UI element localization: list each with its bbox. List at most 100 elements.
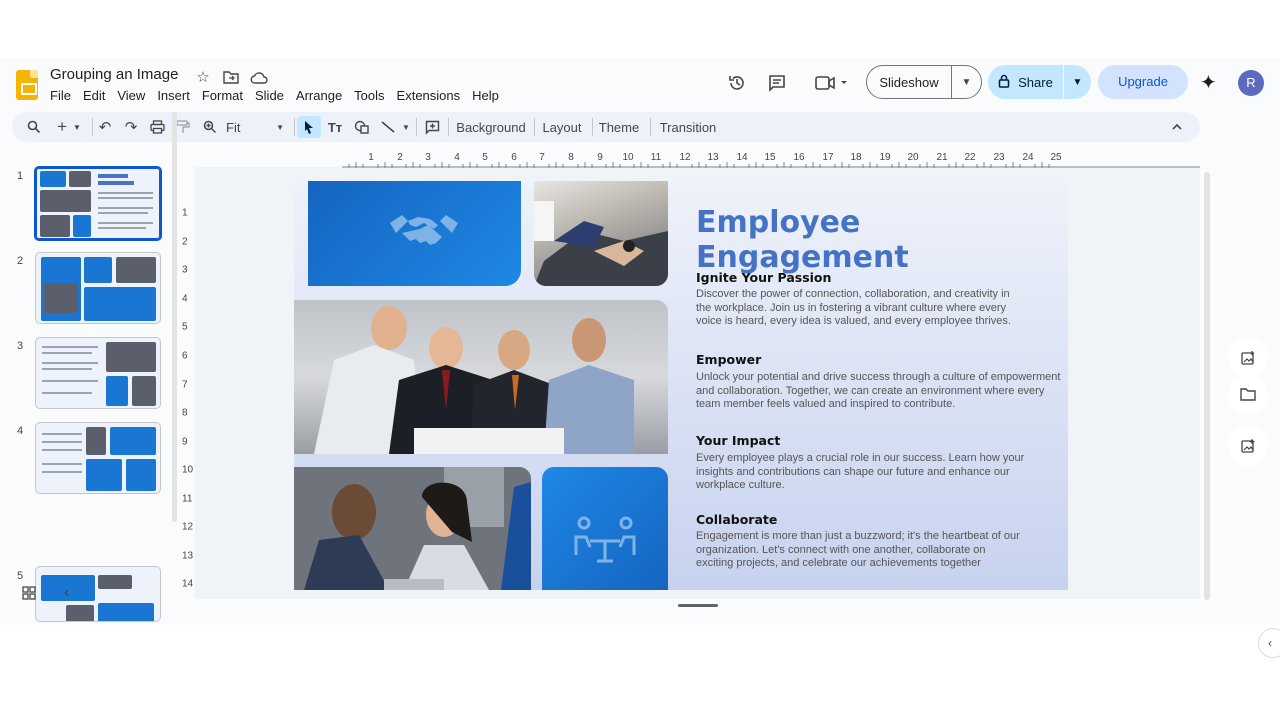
generate-image-icon[interactable]	[1228, 426, 1268, 466]
thumb-block	[98, 603, 154, 621]
menu-help[interactable]: Help	[466, 87, 505, 105]
collapse-toolbar-icon[interactable]	[1168, 116, 1186, 138]
slide-title[interactable]: Employee Engagement	[696, 205, 1036, 275]
folder-icon[interactable]	[1228, 374, 1268, 414]
lock-icon	[998, 74, 1010, 91]
thumb-text-line	[42, 449, 82, 451]
document-title[interactable]: Grouping an Image	[50, 66, 178, 83]
toolbar-divider	[534, 118, 535, 136]
menu-file[interactable]: File	[44, 87, 77, 105]
history-icon[interactable]	[726, 72, 748, 94]
avatar[interactable]: R	[1238, 70, 1264, 96]
slide-thumbnail-2[interactable]	[35, 252, 161, 324]
video-call-icon[interactable]	[812, 72, 852, 94]
menu-tools[interactable]: Tools	[348, 87, 390, 105]
blue-panel-bottom[interactable]	[542, 467, 668, 590]
collapse-filmstrip-icon[interactable]: ‹	[64, 584, 69, 602]
expand-side-panel-icon[interactable]: ‹	[1258, 628, 1280, 658]
menu-arrange[interactable]: Arrange	[290, 87, 348, 105]
print-icon[interactable]	[148, 116, 166, 138]
menu-format[interactable]: Format	[196, 87, 249, 105]
slide-thumbnail-5[interactable]	[35, 566, 161, 622]
background-button[interactable]: Background	[456, 116, 526, 138]
insert-comment-icon[interactable]	[422, 116, 442, 138]
share-button[interactable]: Share ▼	[988, 65, 1091, 99]
thumb-block	[126, 459, 156, 491]
slide-thumbnail-1[interactable]	[34, 166, 162, 241]
slide-number: 3	[17, 340, 24, 352]
photo-business-team[interactable]	[294, 300, 668, 454]
menu-insert[interactable]: Insert	[151, 87, 196, 105]
cloud-status-icon[interactable]	[250, 68, 268, 86]
menu-extensions[interactable]: Extensions	[391, 87, 467, 105]
upgrade-button[interactable]: Upgrade	[1098, 65, 1188, 99]
slide-thumbnail-3[interactable]	[35, 337, 161, 409]
zoom-value: Fit	[226, 119, 241, 135]
line-tool-icon[interactable]: ▼	[378, 116, 412, 138]
speaker-notes-handle[interactable]	[678, 604, 718, 607]
menu-view[interactable]: View	[111, 87, 151, 105]
ruler-label: 10	[182, 464, 194, 476]
thumb-text-line	[98, 197, 153, 199]
section-heading[interactable]: Collaborate	[696, 512, 777, 527]
slides-logo-icon[interactable]	[16, 70, 38, 100]
handshake-icon	[390, 215, 458, 245]
grid-view-icon[interactable]	[22, 586, 36, 603]
theme-button[interactable]: Theme	[598, 116, 640, 138]
thumb-text-line	[42, 463, 82, 465]
text-box-icon[interactable]: Tт	[325, 116, 345, 138]
ruler-label: 9	[182, 436, 188, 448]
section-body[interactable]: Every employee plays a crucial role in o…	[696, 452, 1026, 493]
zoom-icon[interactable]	[200, 116, 220, 138]
section-body[interactable]: Unlock your potential and drive success …	[696, 371, 1061, 412]
toolbar-divider	[592, 118, 593, 136]
slide-thumbnail-4[interactable]	[35, 422, 161, 494]
layout-button[interactable]: Layout	[540, 116, 584, 138]
horizontal-ruler[interactable]: 1 2 3 4 5 6 7 8 9 10 11 12 13 14 15 16 1…	[342, 150, 1200, 168]
thumb-photo	[116, 257, 156, 283]
add-image-icon[interactable]	[1228, 338, 1268, 378]
slideshow-dropdown-icon[interactable]: ▼	[952, 77, 981, 88]
section-body[interactable]: Discover the power of connection, collab…	[696, 288, 1021, 329]
share-main[interactable]: Share	[988, 74, 1063, 91]
new-slide-icon[interactable]: + ▼	[52, 116, 86, 138]
select-tool-icon[interactable]	[297, 116, 321, 138]
title-icon-group: ☆	[194, 68, 268, 86]
photo-typing-laptop[interactable]	[534, 181, 668, 286]
thumb-block	[84, 287, 156, 321]
section-body[interactable]: Engagement is more than just a buzzword;…	[696, 530, 1021, 571]
star-icon[interactable]: ☆	[194, 68, 212, 86]
thumb-text-line	[42, 346, 98, 348]
vertical-ruler[interactable]: 1 2 3 4 5 6 7 8 9 10 11 12 13 14	[176, 176, 194, 596]
toolbar-divider	[448, 118, 449, 136]
gemini-icon[interactable]: ✦	[1200, 70, 1217, 95]
thumb-block	[40, 171, 66, 187]
shape-icon[interactable]	[352, 116, 372, 138]
slideshow-button[interactable]: Slideshow ▼	[866, 65, 982, 99]
thumb-text-line	[98, 212, 148, 214]
zoom-select[interactable]: Fit ▼	[226, 116, 284, 138]
search-menus-icon[interactable]	[24, 116, 44, 138]
move-to-folder-icon[interactable]	[222, 68, 240, 86]
photo-colleagues-meeting[interactable]	[294, 467, 531, 590]
slide-number: 4	[17, 425, 24, 437]
thumb-photo	[40, 190, 91, 212]
redo-icon[interactable]: ↷	[122, 116, 140, 138]
section-heading[interactable]: Ignite Your Passion	[696, 270, 831, 285]
thumb-text-line	[42, 441, 82, 443]
comment-icon[interactable]	[766, 72, 788, 94]
canvas-scrollbar[interactable]	[1204, 172, 1210, 600]
ruler-label: 14	[182, 578, 194, 590]
share-dropdown-icon[interactable]: ▼	[1064, 77, 1091, 88]
slide-canvas[interactable]: Employee Engagement Ignite Your Passion …	[294, 181, 1068, 590]
menu-slide[interactable]: Slide	[249, 87, 290, 105]
section-heading[interactable]: Empower	[696, 352, 761, 367]
slides-app: Grouping an Image ☆ File Edit View Inser…	[0, 58, 1280, 625]
slideshow-label[interactable]: Slideshow	[867, 75, 951, 90]
thumb-text-line	[42, 380, 98, 382]
undo-icon[interactable]: ↶	[96, 116, 114, 138]
transition-button[interactable]: Transition	[657, 116, 719, 138]
menu-edit[interactable]: Edit	[77, 87, 111, 105]
blue-panel-top[interactable]	[308, 181, 521, 286]
section-heading[interactable]: Your Impact	[696, 433, 780, 448]
